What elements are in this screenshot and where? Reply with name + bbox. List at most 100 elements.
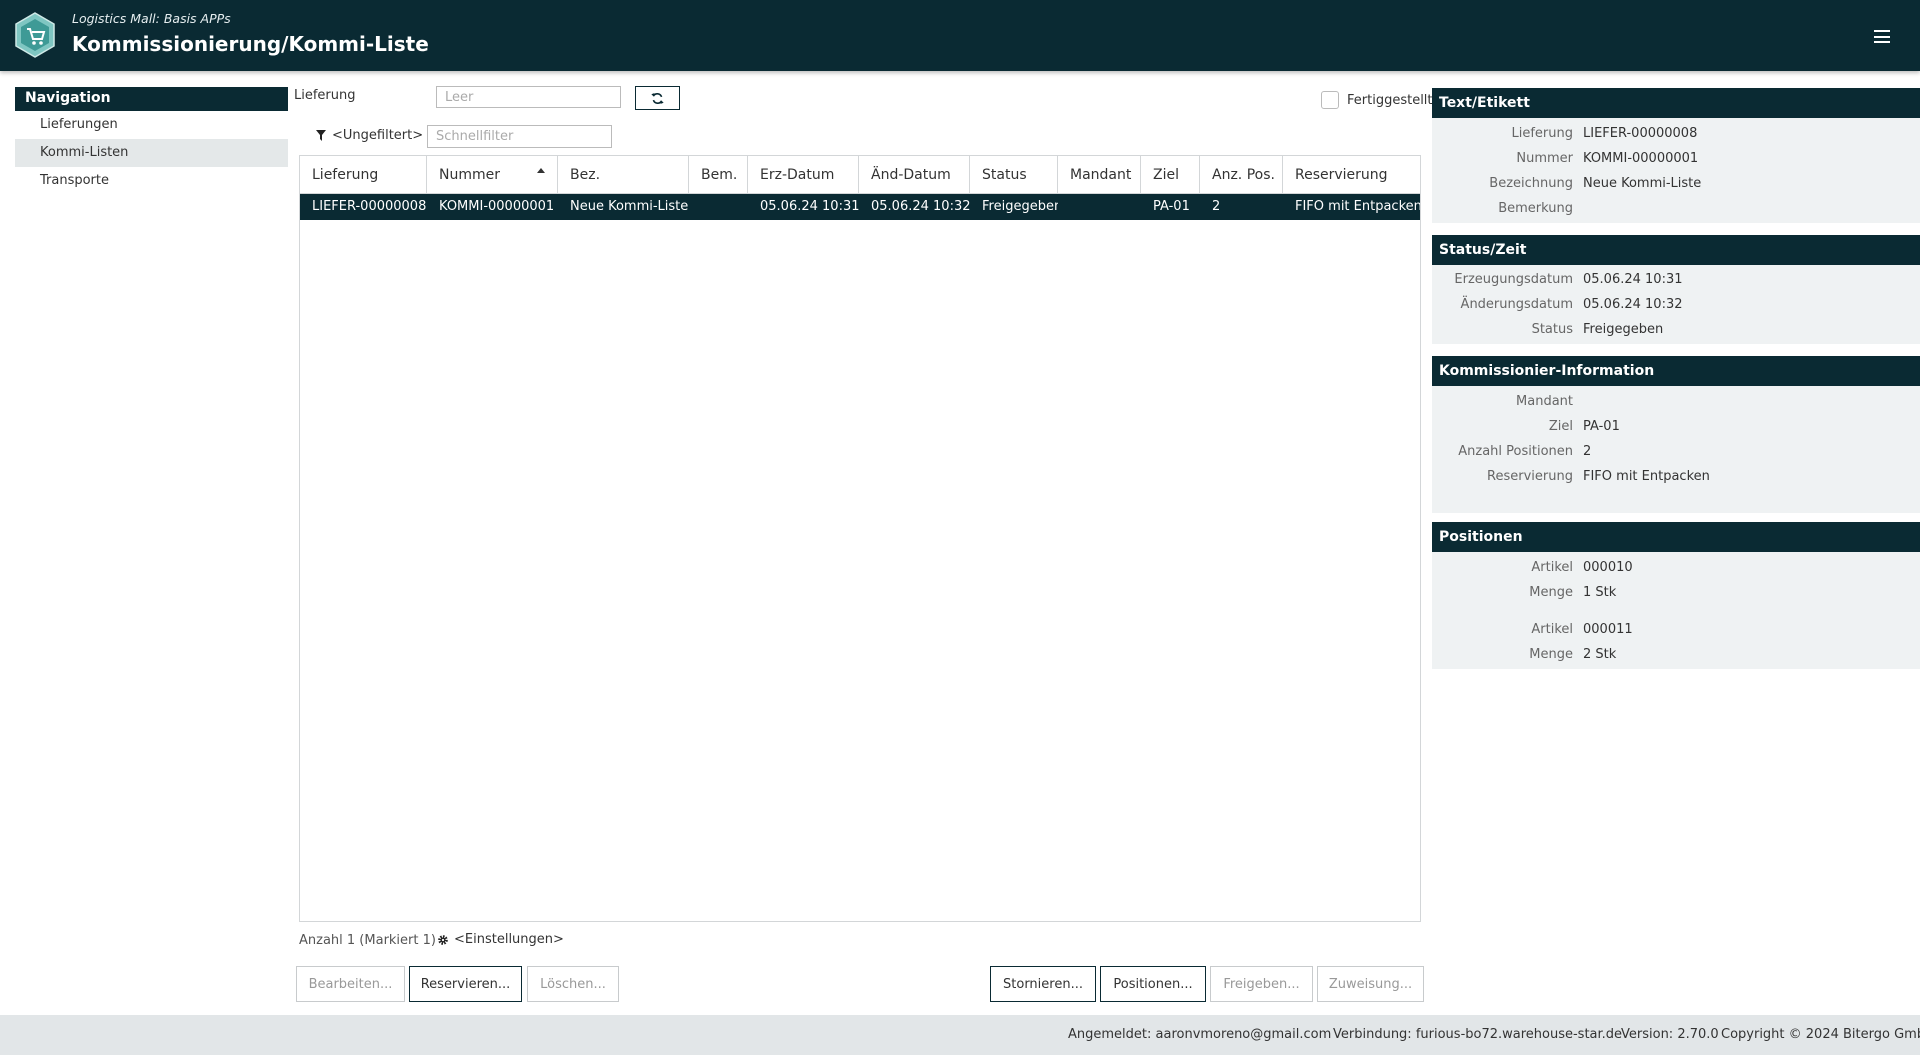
page-title: Kommissionierung/Kommi-Liste	[72, 32, 429, 56]
detail-label: Erzeugungsdatum	[1454, 272, 1573, 287]
detail-value: Neue Kommi-Liste	[1583, 176, 1702, 191]
filter-icon	[316, 130, 326, 141]
detail-value: FIFO mit Entpacken	[1583, 469, 1710, 484]
lieferung-input[interactable]	[436, 86, 621, 108]
fertiggestellt-checkbox[interactable]	[1321, 91, 1339, 109]
detail-value: 2	[1583, 444, 1592, 459]
detail-label: Mandant	[1516, 394, 1573, 409]
positionen-button[interactable]: Positionen...	[1100, 966, 1206, 1002]
section-title-kommissionier-information: Kommissionier-Information	[1432, 356, 1920, 386]
cell-status: Freigegeben	[982, 199, 1058, 214]
footer-user: Angemeldet: aaronvmoreno@gmail.com	[1068, 1027, 1332, 1042]
detail-label: Menge	[1529, 585, 1573, 600]
zuweisung-button[interactable]: Zuweisung...	[1317, 966, 1424, 1002]
cell-ziel: PA-01	[1153, 199, 1190, 214]
cell-aend-datum: 05.06.24 10:32	[871, 199, 970, 214]
freigeben-button[interactable]: Freigeben...	[1210, 966, 1313, 1002]
app-subtitle: Logistics Mall: Basis APPs	[72, 11, 231, 26]
section-text-etikett: Lieferung LIEFER-00000008 Nummer KOMMI-000…	[1432, 118, 1920, 223]
footer-connection: Verbindung: furious-bo72.warehouse-star.…	[1333, 1027, 1623, 1042]
table-header: Lieferung Nummer Bez. Bem. Erz-Datum Änd…	[300, 156, 1420, 194]
col-header-nummer[interactable]: Nummer	[427, 156, 558, 193]
kommi-list-table: Lieferung Nummer Bez. Bem. Erz-Datum Änd…	[299, 155, 1421, 922]
hamburger-menu-icon[interactable]	[1874, 30, 1890, 43]
refresh-button[interactable]	[635, 86, 680, 110]
section-title-status-zeit: Status/Zeit	[1432, 235, 1920, 265]
section-title-positionen: Positionen	[1432, 522, 1920, 552]
app-header: Logistics Mall: Basis APPs Kommissionier…	[0, 0, 1920, 71]
detail-panel: Text/Etikett Lieferung LIEFER-00000008 Nu…	[1432, 88, 1920, 669]
section-title-text-etikett: Text/Etikett	[1432, 88, 1920, 118]
detail-label: Bezeichnung	[1489, 176, 1573, 191]
detail-label: Bemerkung	[1498, 201, 1573, 216]
cell-reservierung: FIFO mit Entpacken	[1295, 199, 1420, 214]
app-logo-icon	[15, 12, 55, 58]
refresh-icon	[651, 92, 664, 104]
settings-label: <Einstellungen>	[454, 932, 564, 947]
detail-label: Status	[1531, 322, 1573, 337]
detail-value: 05.06.24 10:31	[1583, 272, 1683, 287]
col-header-lieferung[interactable]: Lieferung	[300, 156, 427, 193]
detail-label: Lieferung	[1511, 126, 1573, 141]
detail-value: 000011	[1583, 622, 1633, 637]
col-header-bez[interactable]: Bez.	[558, 156, 689, 193]
detail-value: KOMMI-00000001	[1583, 151, 1699, 166]
detail-value: 2 Stk	[1583, 647, 1617, 662]
detail-value: 1 Stk	[1583, 585, 1617, 600]
gear-icon	[438, 934, 448, 945]
cell-nummer: KOMMI-00000001	[439, 199, 555, 214]
col-header-mandant[interactable]: Mandant	[1058, 156, 1141, 193]
fertiggestellt-toggle[interactable]: Fertiggestellt	[1321, 91, 1433, 109]
col-header-ziel[interactable]: Ziel	[1141, 156, 1200, 193]
detail-label: Reservierung	[1487, 469, 1573, 484]
detail-label: Ziel	[1548, 419, 1573, 434]
detail-label: Artikel	[1531, 622, 1573, 637]
settings-toggle[interactable]: <Einstellungen>	[437, 932, 564, 947]
col-header-bem[interactable]: Bem.	[689, 156, 748, 193]
footer-version: Version: 2.70.0	[1621, 1027, 1719, 1042]
detail-value: LIEFER-00000008	[1583, 126, 1698, 141]
detail-label: Artikel	[1531, 560, 1573, 575]
detail-label: Menge	[1529, 647, 1573, 662]
sort-ascending-icon	[537, 168, 545, 173]
detail-value: 05.06.24 10:32	[1583, 297, 1683, 312]
cell-anz-pos: 2	[1212, 199, 1221, 214]
stornieren-button[interactable]: Stornieren...	[990, 966, 1096, 1002]
section-kommissionier-information: Mandant Ziel PA-01 Anzahl Positionen 2 Res…	[1432, 386, 1920, 513]
reservieren-button[interactable]: Reservieren...	[409, 966, 522, 1002]
cell-erz-datum: 05.06.24 10:31	[760, 199, 859, 214]
detail-label: Nummer	[1516, 151, 1573, 166]
cell-bez: Neue Kommi-Liste	[570, 199, 689, 214]
loeschen-button[interactable]: Löschen...	[527, 966, 619, 1002]
fertiggestellt-label: Fertiggestellt	[1347, 92, 1433, 108]
footer-copyright: Copyright © 2024 Bitergo GmbH	[1721, 1027, 1920, 1042]
cell-bem	[689, 194, 748, 220]
col-header-status[interactable]: Status	[970, 156, 1058, 193]
nav-item-lieferungen[interactable]: Lieferungen	[15, 111, 288, 139]
section-status-zeit: Erzeugungsdatum 05.06.24 10:31 Änderungsd…	[1432, 265, 1920, 344]
col-header-reservierung[interactable]: Reservierung	[1283, 156, 1420, 193]
detail-value: Freigegeben	[1583, 322, 1664, 337]
schnellfilter-input[interactable]	[427, 125, 612, 148]
filter-label: <Ungefiltert>	[332, 128, 424, 143]
detail-value: 000010	[1583, 560, 1633, 575]
detail-label: Änderungsdatum	[1460, 297, 1573, 312]
navigation-panel: Navigation Lieferungen Kommi-Listen Tran…	[15, 87, 288, 195]
lieferung-label: Lieferung	[294, 88, 356, 103]
filter-toggle[interactable]: <Ungefiltert>	[316, 128, 423, 143]
cell-mandant	[1058, 194, 1141, 220]
col-header-erz-datum[interactable]: Erz-Datum	[748, 156, 859, 193]
col-header-nummer-label: Nummer	[439, 167, 500, 183]
detail-value: PA-01	[1583, 419, 1620, 434]
col-header-anz-pos[interactable]: Anz. Pos.	[1200, 156, 1283, 193]
detail-label: Anzahl Positionen	[1458, 444, 1573, 459]
col-header-aend-datum[interactable]: Änd-Datum	[859, 156, 970, 193]
footer-bar: Angemeldet: aaronvmoreno@gmail.com Verbi…	[0, 1015, 1920, 1055]
nav-item-transporte[interactable]: Transporte	[15, 167, 288, 195]
section-positionen: Artikel 000010 Menge 1 Stk Artikel 000011 M…	[1432, 552, 1920, 669]
table-row[interactable]: LIEFER-00000008 KOMMI-00000001 Neue Komm…	[300, 194, 1420, 220]
cell-lieferung: LIEFER-00000008	[312, 199, 427, 214]
record-count: Anzahl 1 (Markiert 1)	[299, 933, 436, 948]
nav-item-kommi-listen[interactable]: Kommi-Listen	[15, 139, 288, 167]
bearbeiten-button[interactable]: Bearbeiten...	[296, 966, 405, 1002]
